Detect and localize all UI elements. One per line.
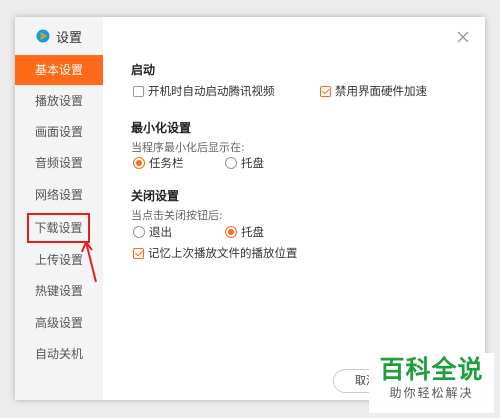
disable-hw-accel-option[interactable]: 禁用界面硬件加速 — [320, 83, 427, 99]
close-exit-option[interactable]: 退出 — [133, 224, 172, 240]
remember-position-option[interactable]: 记忆上次播放文件的播放位置 — [133, 245, 298, 261]
autostart-option[interactable]: 开机时自动启动腾讯视频 — [133, 83, 275, 99]
autostart-label: 开机时自动启动腾讯视频 — [148, 84, 275, 98]
remember-position-checkbox[interactable] — [133, 247, 144, 259]
tencent-video-logo-icon — [36, 29, 50, 43]
minimize-tray-radio[interactable] — [225, 157, 237, 169]
settings-header: 设置 — [36, 26, 82, 46]
startup-section-title: 启动 — [131, 63, 156, 77]
sidebar-item-basic[interactable]: 基本设置 — [15, 55, 103, 85]
minimize-tray-option[interactable]: 托盘 — [225, 155, 264, 171]
close-icon[interactable] — [455, 29, 471, 45]
sidebar-item-auto-shutdown[interactable]: 自动关机 — [15, 339, 103, 369]
autostart-checkbox[interactable] — [133, 85, 144, 97]
sidebar-item-picture[interactable]: 画面设置 — [15, 117, 103, 147]
close-tray-option[interactable]: 托盘 — [225, 224, 264, 240]
sidebar-item-playback[interactable]: 播放设置 — [15, 86, 103, 116]
close-description: 当点击关闭按钮后: — [131, 209, 223, 222]
minimize-description: 当程序最小化后显示在: — [131, 141, 245, 154]
minimize-taskbar-label: 任务栏 — [149, 156, 184, 170]
close-section-title: 关闭设置 — [131, 189, 180, 203]
watermark-subtitle: 助你轻松解决 — [389, 386, 474, 400]
settings-window: 设置 基本设置 播放设置 画面设置 音频设置 网络设置 下载设置 上传设置 热键… — [15, 17, 485, 400]
minimize-section-title: 最小化设置 — [131, 121, 192, 135]
settings-title: 设置 — [56, 30, 83, 46]
sidebar-item-audio[interactable]: 音频设置 — [15, 148, 103, 178]
sidebar-item-network[interactable]: 网络设置 — [15, 180, 103, 210]
close-exit-label: 退出 — [149, 225, 172, 239]
remember-position-label: 记忆上次播放文件的播放位置 — [148, 246, 298, 260]
close-tray-label: 托盘 — [241, 225, 264, 239]
annotation-arrow-icon — [81, 241, 97, 283]
sidebar-item-advanced[interactable]: 高级设置 — [15, 308, 103, 338]
minimize-taskbar-option[interactable]: 任务栏 — [133, 155, 184, 171]
minimize-taskbar-radio[interactable] — [133, 157, 145, 169]
close-exit-radio[interactable] — [133, 226, 145, 238]
close-tray-radio[interactable] — [225, 226, 237, 238]
disable-hw-accel-checkbox[interactable] — [320, 85, 331, 97]
settings-sidebar: 设置 基本设置 播放设置 画面设置 音频设置 网络设置 下载设置 上传设置 热键… — [15, 17, 103, 400]
watermark-title: 百科全说 — [379, 355, 484, 384]
disable-hw-accel-label: 禁用界面硬件加速 — [335, 84, 427, 98]
minimize-tray-label: 托盘 — [241, 156, 264, 170]
watermark: 百科全说 助你轻松解决 — [369, 353, 494, 413]
